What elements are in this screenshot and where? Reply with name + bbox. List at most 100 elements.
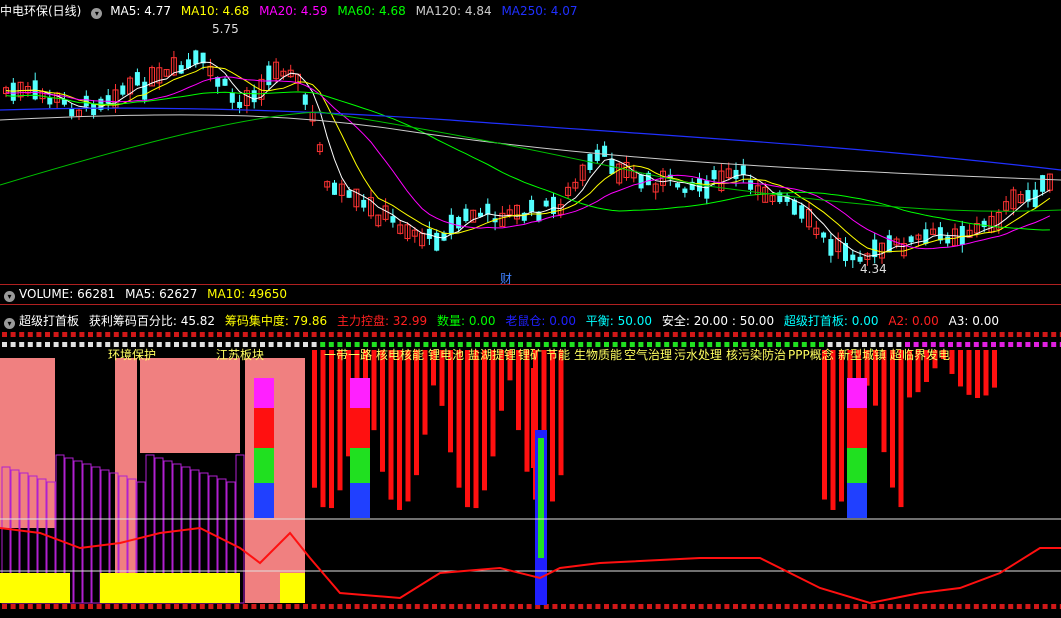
dot-red xyxy=(827,332,833,337)
dot-bottom xyxy=(578,604,584,609)
dot-red xyxy=(1042,332,1048,337)
indicator-super-board: 超级打首板: 0.00 xyxy=(783,314,879,328)
dot-red xyxy=(844,332,850,337)
candle-body xyxy=(142,81,148,100)
dot-mixed xyxy=(982,342,988,347)
volume-ma10-label: MA10: 49650 xyxy=(207,287,288,301)
dot-bottom xyxy=(346,604,351,609)
dot-red xyxy=(655,332,661,337)
concept-tag[interactable]: 环境保护 xyxy=(108,346,156,363)
dot-red xyxy=(526,332,532,337)
concept-tag[interactable]: 超临界发电 xyxy=(890,346,950,363)
indicator-title[interactable]: 超级打首板 xyxy=(19,314,79,328)
dot-red xyxy=(509,332,515,337)
ma-line xyxy=(5,61,1051,257)
dot-red xyxy=(303,332,308,337)
dot-bottom xyxy=(827,604,833,609)
dot-red xyxy=(406,332,412,337)
concept-tag[interactable]: 新型城镇 xyxy=(838,346,886,363)
dot-bottom xyxy=(638,604,644,609)
concept-tag[interactable]: 锂电池 xyxy=(428,346,464,363)
red-bar xyxy=(839,350,844,502)
dot-red xyxy=(956,332,962,337)
candle-body xyxy=(178,65,184,74)
concept-tag[interactable]: 锂矿 xyxy=(518,346,542,363)
dot-mixed xyxy=(182,342,188,347)
dot-bottom xyxy=(741,604,747,609)
dot-bottom xyxy=(156,604,162,609)
dot-red xyxy=(337,332,343,337)
dot-red xyxy=(586,332,592,337)
dot-red xyxy=(913,332,919,337)
dot-mixed xyxy=(1008,342,1014,347)
settings-circle-icon[interactable]: ▾ xyxy=(4,291,15,302)
purple-bar xyxy=(73,460,83,604)
dot-mixed xyxy=(19,342,25,347)
indicator-chart[interactable] xyxy=(0,328,1061,618)
dot-mixed xyxy=(1034,342,1039,347)
dot-mixed xyxy=(268,342,274,347)
dot-bottom xyxy=(767,604,773,609)
concept-tag[interactable]: 核电核能 xyxy=(376,346,424,363)
red-bar xyxy=(456,350,462,488)
concept-tag[interactable]: 江苏板块 xyxy=(216,346,264,363)
dot-bottom xyxy=(139,604,145,609)
red-bar xyxy=(958,350,963,387)
candle-body xyxy=(456,216,462,229)
candle-body xyxy=(704,180,710,199)
dot-bottom xyxy=(965,604,971,609)
concept-tag[interactable]: 空气治理 xyxy=(624,346,672,363)
dot-bottom xyxy=(217,604,222,609)
dot-bottom xyxy=(982,604,988,609)
concept-tag[interactable]: 污水处理 xyxy=(674,346,722,363)
dot-red xyxy=(389,332,394,337)
dot-bottom xyxy=(561,604,566,609)
dot-red xyxy=(715,332,721,337)
dot-red xyxy=(896,332,902,337)
price-candlestick-chart[interactable] xyxy=(0,20,1061,284)
red-bar xyxy=(388,350,394,500)
dot-red xyxy=(500,332,506,337)
ma-line xyxy=(5,91,1050,231)
red-bar xyxy=(312,350,317,488)
dot-red xyxy=(70,332,76,337)
settings-circle-icon[interactable]: ▾ xyxy=(91,8,103,19)
dot-bottom xyxy=(414,604,420,609)
dot-bottom xyxy=(208,604,214,609)
candle-body xyxy=(777,192,783,203)
concept-tag[interactable]: 核污染防治 xyxy=(726,346,786,363)
dot-red xyxy=(595,332,601,337)
dot-mixed xyxy=(70,342,76,347)
red-bar xyxy=(482,350,487,491)
ma250-label: MA250: 4.07 xyxy=(501,4,578,18)
dot-bottom xyxy=(793,604,799,609)
dot-mixed xyxy=(45,342,50,347)
dot-bottom xyxy=(303,604,308,609)
dot-bottom xyxy=(165,604,171,609)
dot-bottom xyxy=(328,604,334,609)
candle-body xyxy=(105,95,111,104)
candle-body xyxy=(791,199,797,215)
concept-tag[interactable]: 盐湖提锂 xyxy=(468,346,516,363)
dot-bottom xyxy=(113,604,119,609)
signal-stack xyxy=(847,448,867,483)
dot-red xyxy=(733,332,738,337)
stock-title[interactable]: 中电环保(日线) xyxy=(0,4,81,18)
concept-tag[interactable]: 节能 xyxy=(546,346,570,363)
dot-red xyxy=(475,332,480,337)
dot-bottom xyxy=(647,604,652,609)
dot-red xyxy=(535,332,541,337)
dot-bottom xyxy=(53,604,59,609)
concept-tag[interactable]: 一带一路 xyxy=(324,346,372,363)
dot-bottom xyxy=(371,604,377,609)
candle-body xyxy=(434,232,440,251)
candle-body xyxy=(134,72,140,86)
red-bar xyxy=(830,350,836,510)
concept-tag[interactable]: 生物质能 xyxy=(574,346,622,363)
dot-red xyxy=(887,332,893,337)
dot-red xyxy=(604,332,609,337)
dot-mixed xyxy=(208,342,214,347)
concept-tag[interactable]: PPP概念 xyxy=(788,346,834,363)
dot-bottom xyxy=(27,604,33,609)
dot-red xyxy=(793,332,799,337)
